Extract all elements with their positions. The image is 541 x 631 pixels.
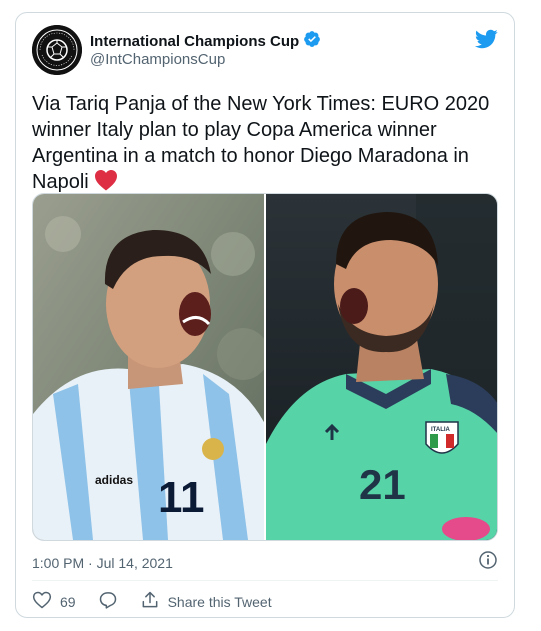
reply-button[interactable] xyxy=(98,590,118,613)
tweet-timestamp[interactable]: 1:00 PM · Jul 14, 2021 xyxy=(32,555,173,571)
avatar[interactable] xyxy=(32,25,82,75)
reply-bubble-icon xyxy=(98,590,118,613)
left-brand: adidas xyxy=(95,473,133,487)
author-name-row[interactable]: International Champions Cup xyxy=(90,30,321,53)
share-button[interactable]: Share this Tweet xyxy=(140,590,272,613)
right-badge-label: ITALIA xyxy=(431,427,451,433)
twitter-bird-icon[interactable] xyxy=(474,27,498,56)
tweet-card[interactable]: International Champions Cup @IntChampion… xyxy=(15,12,515,618)
icc-logo-icon xyxy=(32,25,82,75)
photo-italy-player[interactable]: 21 ITALIA xyxy=(266,194,497,540)
right-jersey-number: 21 xyxy=(359,461,406,508)
share-icon xyxy=(140,590,160,613)
like-button[interactable]: 69 xyxy=(32,590,76,613)
divider xyxy=(32,580,498,581)
verified-badge-icon xyxy=(303,30,321,53)
info-icon[interactable] xyxy=(478,550,498,575)
share-label: Share this Tweet xyxy=(167,593,272,610)
tweet-media[interactable]: 11 adidas 21 ITALIA xyxy=(32,193,498,541)
tweet-text: Via Tariq Panja of the New York Times: E… xyxy=(32,91,502,198)
timestamp-row: 1:00 PM · Jul 14, 2021 xyxy=(32,550,498,575)
tweet-actions: 69 Share this Tweet xyxy=(32,590,294,613)
left-jersey-number: 11 xyxy=(158,473,205,522)
photo-argentina-player[interactable]: 11 adidas xyxy=(33,194,264,540)
author-display-name[interactable]: International Champions Cup xyxy=(90,33,299,50)
like-count: 69 xyxy=(60,593,76,610)
heart-outline-icon xyxy=(32,590,52,613)
author-handle[interactable]: @IntChampionsCup xyxy=(90,51,225,68)
